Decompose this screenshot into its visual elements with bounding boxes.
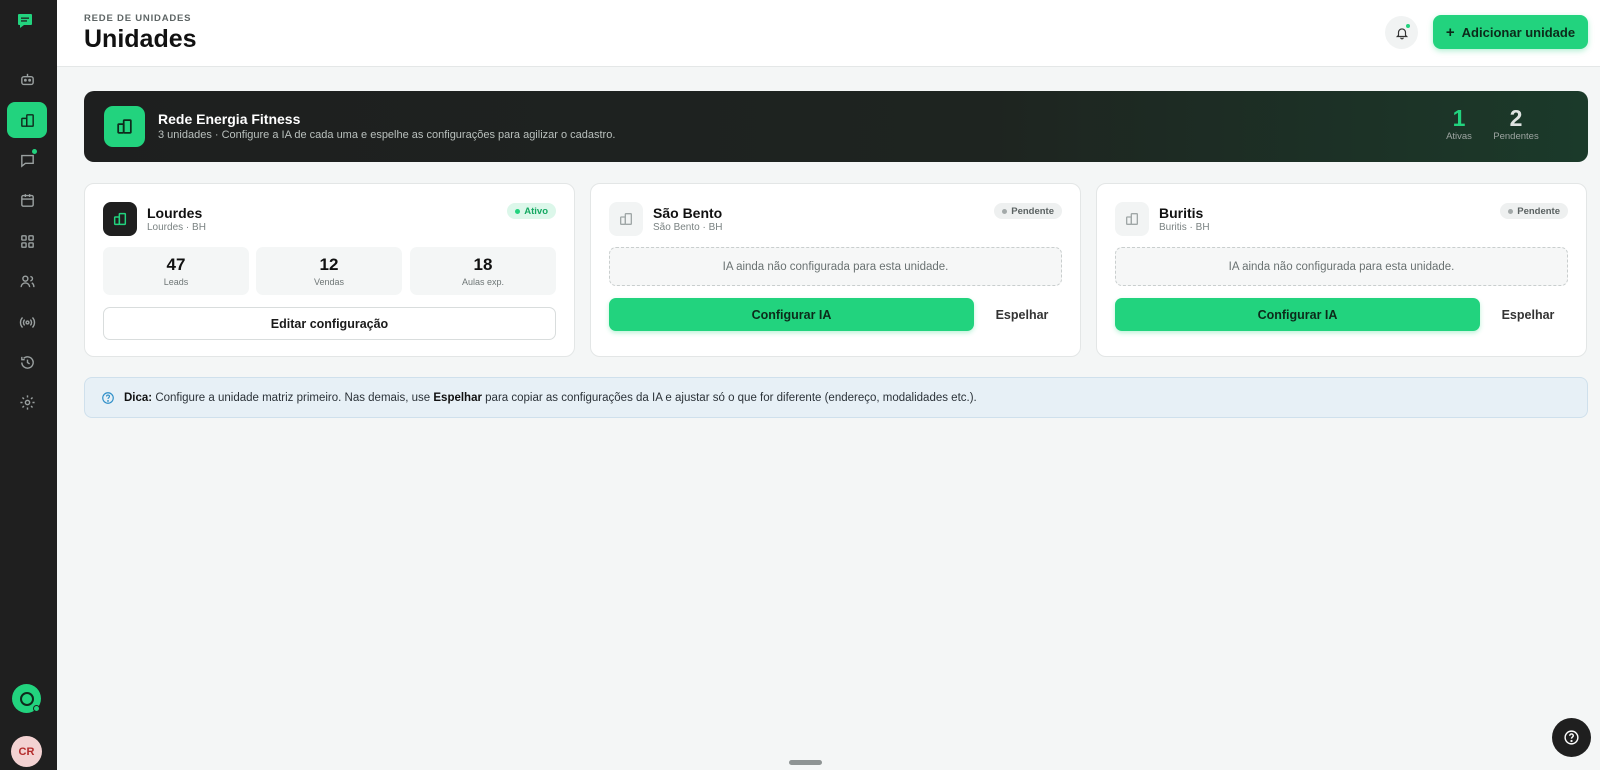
unit-location: Buritis · BH bbox=[1159, 222, 1210, 233]
help-circle-icon bbox=[102, 391, 114, 404]
app-logo-icon[interactable] bbox=[17, 13, 33, 29]
metric-trial-classes: 18 Aulas exp. bbox=[410, 247, 556, 295]
building-icon bbox=[1115, 202, 1149, 236]
configure-ai-button[interactable]: Configurar IA bbox=[1115, 298, 1480, 331]
building-icon bbox=[20, 113, 34, 127]
metric-sales: 12 Vendas bbox=[256, 247, 402, 295]
tip-text: Configure a unidade matriz primeiro. Nas… bbox=[152, 391, 434, 404]
mirror-button[interactable]: Espelhar bbox=[1488, 298, 1568, 331]
page-header: REDE DE UNIDADES Unidades + Adicionar un… bbox=[57, 0, 1600, 67]
active-stat: 1 Ativas bbox=[1444, 105, 1474, 142]
metric-value: 47 bbox=[166, 255, 186, 274]
broadcast-icon bbox=[19, 316, 35, 328]
network-subtitle: 3 unidades · Configure a IA de cada uma … bbox=[158, 129, 616, 141]
tip-emphasis: Espelhar bbox=[433, 391, 482, 404]
assistant-status-icon[interactable] bbox=[12, 684, 41, 713]
help-button[interactable] bbox=[1552, 718, 1591, 757]
pending-count: 2 bbox=[1509, 105, 1523, 131]
notifications-button[interactable] bbox=[1385, 16, 1418, 49]
metric-label: Aulas exp. bbox=[461, 277, 505, 287]
users-icon bbox=[19, 274, 35, 287]
sidebar: CR bbox=[0, 0, 57, 770]
sidebar-item-units[interactable] bbox=[7, 102, 47, 138]
pending-label: Pendentes bbox=[1493, 131, 1539, 142]
plus-icon: + bbox=[1445, 23, 1455, 41]
apps-icon bbox=[20, 234, 34, 248]
unit-name: São Bento bbox=[653, 205, 723, 221]
sidebar-item-bot[interactable] bbox=[7, 61, 47, 97]
sidebar-item-settings[interactable] bbox=[7, 384, 47, 420]
sidebar-item-broadcast[interactable] bbox=[7, 304, 47, 340]
configure-ai-button[interactable]: Configurar IA bbox=[609, 298, 974, 331]
metric-label: Leads bbox=[163, 277, 189, 287]
empty-config-notice: IA ainda não configurada para esta unida… bbox=[609, 247, 1062, 286]
help-icon bbox=[1564, 730, 1579, 745]
unit-name: Lourdes bbox=[147, 205, 203, 221]
settings-icon bbox=[19, 394, 35, 410]
status-badge: Pendente bbox=[994, 203, 1062, 219]
edit-configuration-button[interactable]: Editar configuração bbox=[103, 307, 556, 340]
page-eyebrow: REDE DE UNIDADES bbox=[84, 13, 192, 24]
mirror-button[interactable]: Espelhar bbox=[982, 298, 1062, 331]
avatar[interactable]: CR bbox=[11, 736, 42, 767]
notification-dot bbox=[1406, 24, 1410, 28]
metric-leads: 47 Leads bbox=[103, 247, 249, 295]
calendar-icon bbox=[20, 193, 34, 207]
unit-card-buritis: Buritis Buritis · BH Pendente IA ainda n… bbox=[1096, 183, 1587, 357]
tip-text-end: para copiar as configurações da IA e aju… bbox=[481, 391, 977, 404]
unit-card-lourdes: Lourdes Lourdes · BH Ativo 47 Leads 12 V… bbox=[84, 183, 575, 357]
sidebar-item-calendar[interactable] bbox=[7, 182, 47, 218]
unit-name: Buritis bbox=[1159, 205, 1204, 221]
online-indicator bbox=[33, 705, 40, 712]
metric-value: 12 bbox=[319, 255, 339, 274]
empty-config-notice: IA ainda não configurada para esta unida… bbox=[1115, 247, 1568, 286]
status-badge: Ativo bbox=[507, 203, 556, 219]
sidebar-item-chat[interactable] bbox=[7, 142, 47, 178]
unit-card-sao-bento: São Bento São Bento · BH Pendente IA ain… bbox=[590, 183, 1081, 357]
metric-value: 18 bbox=[473, 255, 493, 274]
active-label: Ativas bbox=[1446, 131, 1472, 142]
building-icon bbox=[609, 202, 643, 236]
building-icon bbox=[103, 202, 137, 236]
sidebar-item-history[interactable] bbox=[7, 344, 47, 380]
add-unit-button[interactable]: + Adicionar unidade bbox=[1433, 15, 1588, 49]
network-name: Rede Energia Fitness bbox=[158, 111, 301, 127]
add-unit-label: Adicionar unidade bbox=[1461, 24, 1576, 40]
sidebar-item-users[interactable] bbox=[7, 263, 47, 299]
active-count: 1 bbox=[1452, 105, 1466, 131]
unit-location: Lourdes · BH bbox=[147, 222, 206, 233]
sidebar-item-apps[interactable] bbox=[7, 223, 47, 259]
chat-icon bbox=[20, 154, 34, 168]
pending-stat: 2 Pendentes bbox=[1487, 105, 1545, 142]
tip-label: Dica: bbox=[124, 391, 153, 404]
building-icon bbox=[104, 106, 145, 147]
status-badge: Pendente bbox=[1500, 203, 1568, 219]
network-banner: Rede Energia Fitness 3 unidades · Config… bbox=[84, 91, 1588, 162]
unit-location: São Bento · BH bbox=[653, 222, 723, 233]
tip-banner: Dica: Configure a unidade matriz primeir… bbox=[84, 377, 1588, 418]
page-title: Unidades bbox=[84, 25, 197, 53]
notification-dot bbox=[32, 149, 37, 154]
metric-label: Vendas bbox=[313, 277, 345, 287]
bot-icon bbox=[20, 73, 34, 85]
scroll-handle[interactable] bbox=[789, 760, 822, 765]
history-icon bbox=[20, 355, 34, 369]
